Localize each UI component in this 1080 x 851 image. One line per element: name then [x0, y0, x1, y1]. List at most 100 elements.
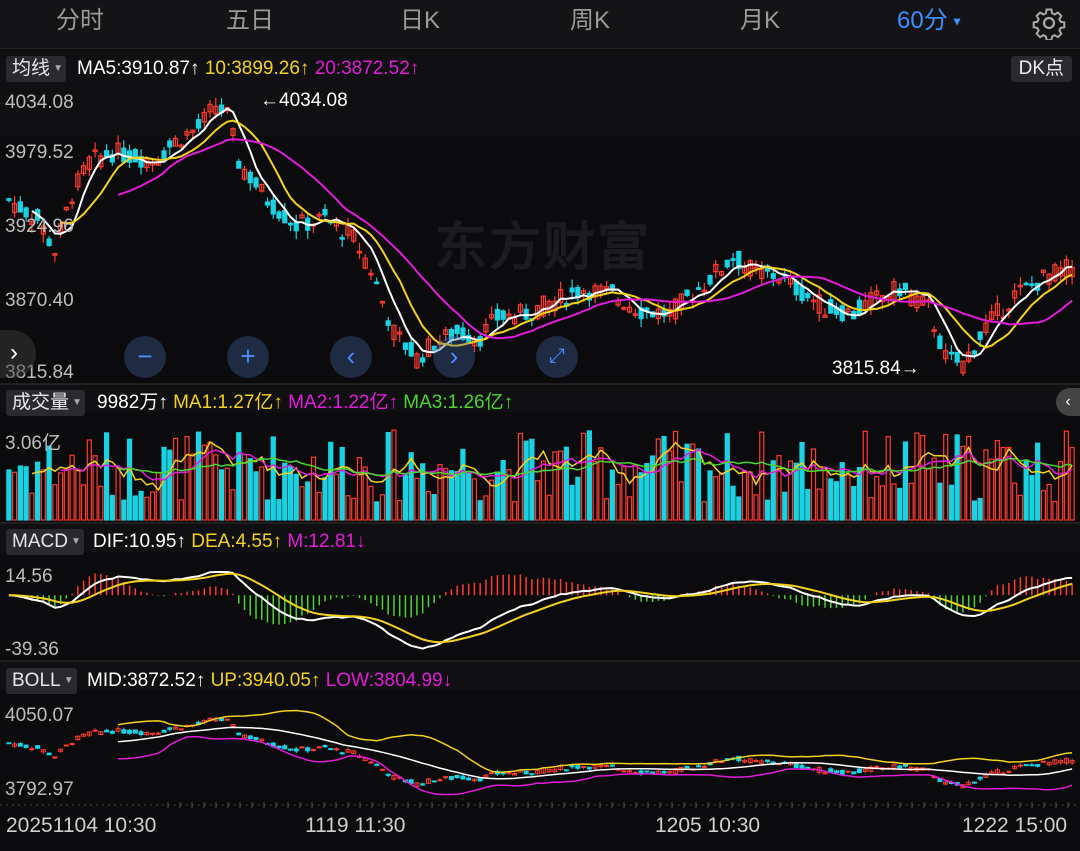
zoom-in-button[interactable]: + — [227, 336, 269, 378]
boll-candle-body — [575, 765, 581, 769]
volume-bar — [948, 484, 955, 521]
boll-candle-body — [23, 744, 29, 748]
volume-bar — [828, 478, 834, 521]
volume-bar — [356, 457, 363, 521]
volume-bar — [701, 501, 707, 521]
volume-bar — [1046, 483, 1052, 521]
volume-bar — [34, 461, 41, 521]
volume-bar — [63, 468, 69, 521]
volume-bar — [425, 490, 432, 521]
candle-body — [454, 324, 460, 335]
volume-bar — [351, 497, 357, 521]
volume-bar — [397, 499, 403, 521]
volume-bar — [603, 498, 610, 521]
volume-bar — [638, 472, 644, 521]
boll-candle-body — [310, 748, 316, 751]
boll-candle-body — [69, 743, 75, 746]
dk-point-button[interactable]: DK点 — [1010, 56, 1072, 82]
boll-candle-body — [328, 748, 334, 751]
candle-body — [17, 201, 23, 213]
macd-y-top: 14.56 — [5, 566, 53, 587]
volume-bar — [908, 482, 914, 521]
volume-bar — [782, 491, 788, 521]
boll-candle-body — [822, 772, 828, 775]
boll-candle-body — [793, 763, 799, 769]
volume-bar — [374, 501, 380, 521]
kline-y-label-3: 3870.40 — [5, 290, 74, 311]
volume-ma2: MA2:1.22亿↑ — [288, 392, 398, 413]
candle-body — [609, 284, 615, 290]
candle-body — [46, 238, 52, 247]
candle-body — [805, 293, 811, 299]
volume-bar — [632, 464, 638, 521]
boll-candle-body — [63, 744, 69, 747]
volume-bar — [563, 446, 569, 521]
boll-candle-body — [339, 752, 345, 755]
boll-candle-body — [322, 745, 328, 748]
low-annotation: 3815.84→ — [832, 358, 920, 379]
boll-low: LOW:3804.99↓ — [325, 670, 453, 691]
candle-body — [707, 274, 713, 285]
boll-candle-body — [684, 765, 690, 769]
volume-bar — [345, 495, 351, 521]
candle-body — [253, 177, 259, 188]
volume-bar — [879, 485, 886, 521]
volume-bar — [259, 466, 265, 521]
scroll-left-button[interactable]: ‹ — [330, 336, 372, 378]
candle-body — [385, 320, 391, 326]
candle-body — [293, 222, 299, 232]
volume-bar — [764, 499, 771, 521]
volume-bar — [103, 432, 110, 521]
boll-candle-body — [431, 780, 437, 783]
candle-body — [270, 199, 276, 215]
zoom-out-button[interactable]: − — [124, 336, 166, 378]
volume-bar — [730, 485, 736, 521]
kline-chart[interactable] — [0, 0, 1080, 851]
candle-body — [1029, 283, 1035, 287]
boll-candle-body — [287, 748, 294, 751]
boll-candle-body — [897, 765, 903, 769]
volume-bar — [512, 501, 518, 521]
boll-candle-body — [586, 766, 592, 770]
volume-bar — [902, 441, 909, 521]
volume-bar — [299, 486, 305, 521]
candle-body — [287, 222, 294, 226]
volume-bar — [661, 435, 667, 521]
volume-bar — [23, 466, 29, 521]
ma-selector-label: 均线 — [12, 58, 51, 79]
x-label-1: 1119 11:30 — [305, 814, 406, 837]
collapse-right-button[interactable]: ‹ — [1056, 388, 1080, 416]
boll-y-bottom: 3792.97 — [5, 779, 74, 800]
fullscreen-button[interactable]: ⤢ — [536, 336, 578, 378]
volume-bar — [937, 482, 943, 521]
boll-candle-body — [1017, 764, 1023, 767]
volume-bar — [552, 451, 558, 521]
volume-bar — [615, 483, 621, 521]
volume-bar — [592, 461, 598, 521]
volume-bar — [678, 481, 684, 521]
ma-selector[interactable]: 均线 ▼ — [6, 56, 67, 82]
volume-selector[interactable]: 成交量 ▼ — [6, 390, 86, 416]
macd-selector[interactable]: MACD ▼ — [6, 529, 84, 555]
boll-selector[interactable]: BOLL ▼ — [6, 668, 77, 694]
candle-body — [569, 287, 575, 293]
volume-bar — [747, 471, 753, 521]
volume-bar — [52, 484, 58, 521]
macd-m: M:12.81↓ — [287, 531, 366, 552]
volume-bar — [690, 443, 696, 521]
volume-bar — [270, 436, 276, 521]
macd-selector-label: MACD — [12, 531, 68, 552]
boll-candle-body — [420, 783, 426, 786]
boll-candle-body — [299, 746, 305, 749]
boll-candle-body — [1006, 770, 1012, 773]
boll-candle-body — [489, 772, 495, 775]
boll-candle-body — [753, 759, 759, 762]
boll-candle-body — [609, 764, 615, 767]
candle-body — [954, 351, 960, 363]
volume-bar — [851, 486, 857, 521]
volume-bar — [983, 449, 989, 521]
boll-candle-body — [902, 764, 908, 767]
boll-candle-body — [448, 776, 454, 780]
scroll-right-button[interactable]: › — [433, 336, 475, 378]
volume-ma1: MA1:1.27亿↑ — [173, 392, 283, 413]
